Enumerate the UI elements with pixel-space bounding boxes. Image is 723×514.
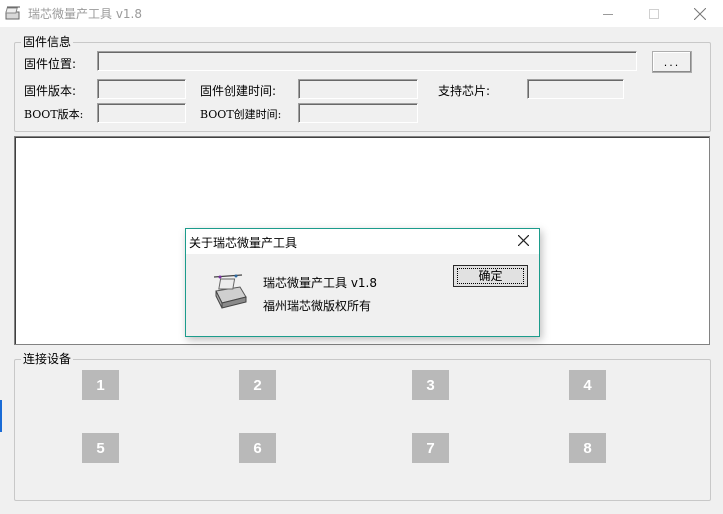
firmware-created-label: 固件创建时间: (200, 84, 277, 98)
ok-button[interactable]: 确定 (453, 265, 528, 287)
close-icon (694, 7, 706, 20)
device-slot-7[interactable]: 7 (412, 433, 449, 463)
title-bar[interactable]: 瑞芯微量产工具 v1.8 (0, 0, 723, 27)
close-icon (517, 234, 529, 249)
maximize-icon (649, 8, 659, 19)
firmware-location-field[interactable] (97, 51, 637, 71)
close-button[interactable] (677, 0, 723, 27)
boot-created-label: BOOT创建时间: (200, 108, 282, 121)
about-product-line: 瑞芯微量产工具 v1.8 (263, 276, 378, 290)
device-slot-2[interactable]: 2 (239, 370, 276, 400)
device-slot-4[interactable]: 4 (569, 370, 606, 400)
window-edge-highlight (0, 400, 2, 432)
connected-devices-group-label: 连接设备 (21, 352, 74, 366)
boot-version-field[interactable] (97, 103, 186, 123)
firmware-created-field[interactable] (298, 79, 418, 99)
browse-button[interactable]: ... (652, 51, 692, 73)
supported-chip-label: 支持芯片: (438, 84, 491, 98)
firmware-version-label: 固件版本: (24, 84, 77, 98)
about-dialog-close-button[interactable] (513, 232, 533, 252)
device-slot-3[interactable]: 3 (412, 370, 449, 400)
device-slot-8[interactable]: 8 (569, 433, 606, 463)
firmware-version-field[interactable] (97, 79, 186, 99)
about-copyright-line: 福州瑞芯微版权所有 (263, 299, 372, 313)
boot-created-field[interactable] (298, 103, 418, 123)
app-icon (5, 5, 22, 21)
minimize-icon (603, 9, 613, 19)
firmware-location-label: 固件位置: (24, 57, 77, 71)
ok-button-label: 确定 (457, 268, 524, 284)
about-dialog: 关于瑞芯微量产工具 瑞芯微量产工具 v1.8 福州瑞芯微版权所有 确定 (185, 228, 540, 337)
device-slot-1[interactable]: 1 (82, 370, 119, 400)
main-window: 瑞芯微量产工具 v1.8 固件信息 固件位置: ... 固件版本: 固件创建时间… (0, 0, 723, 514)
about-dialog-title-bar[interactable]: 关于瑞芯微量产工具 (186, 229, 539, 254)
supported-chip-field[interactable] (527, 79, 624, 99)
about-dialog-title: 关于瑞芯微量产工具 (189, 236, 298, 250)
maximize-button[interactable] (631, 0, 677, 27)
device-slot-6[interactable]: 6 (239, 433, 276, 463)
device-slot-5[interactable]: 5 (82, 433, 119, 463)
minimize-button[interactable] (585, 0, 631, 27)
window-title: 瑞芯微量产工具 v1.8 (28, 7, 143, 21)
production-tool-icon (210, 271, 250, 311)
firmware-info-group-label: 固件信息 (21, 35, 74, 49)
boot-version-label: BOOT版本: (24, 108, 84, 121)
